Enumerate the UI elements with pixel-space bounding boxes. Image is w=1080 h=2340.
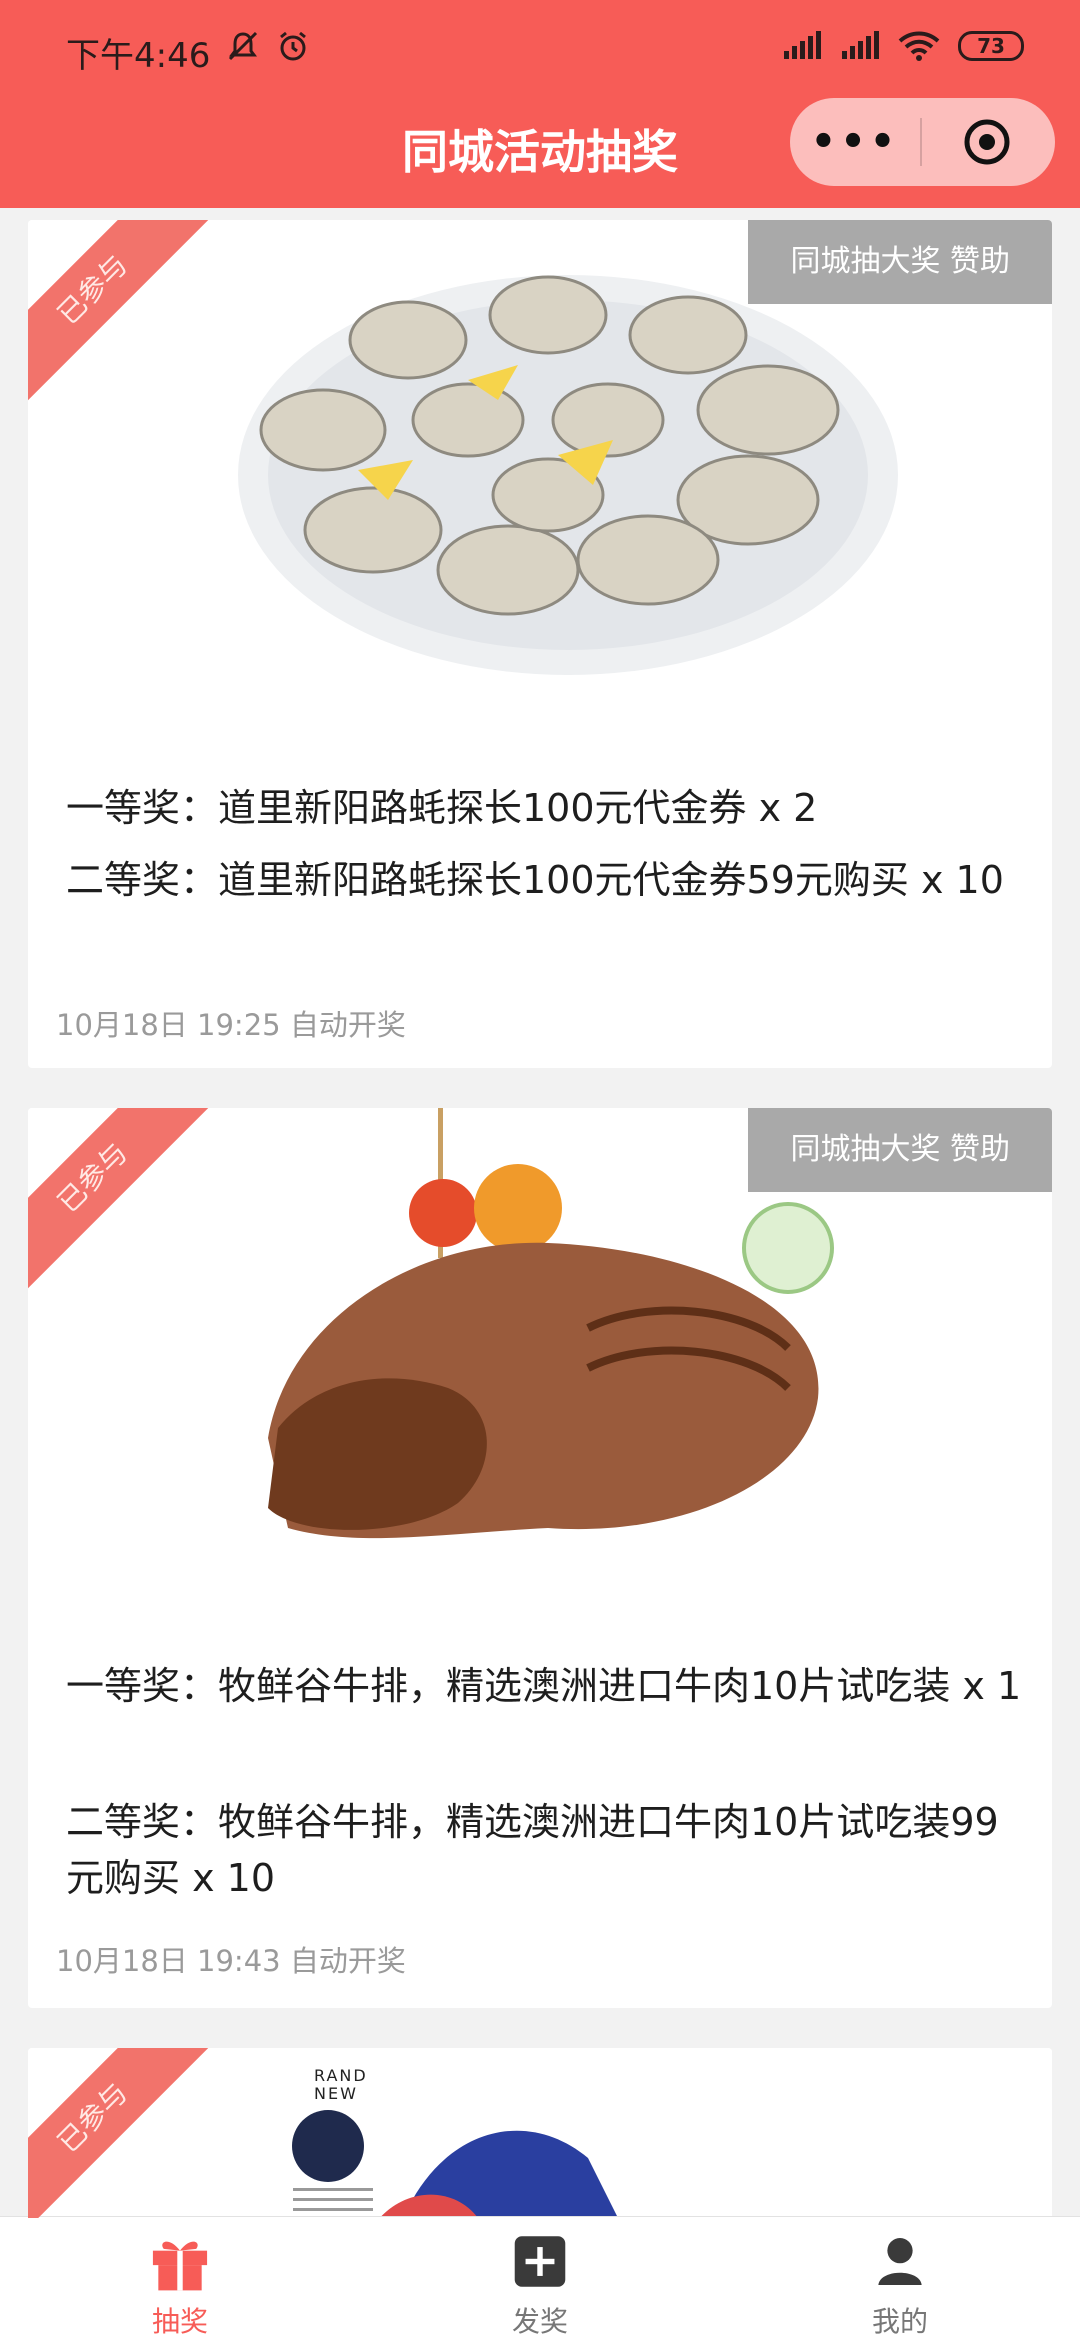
more-icon: •••: [810, 119, 900, 165]
status-time: 下午4:46: [66, 36, 211, 76]
signal-icon: [784, 31, 821, 59]
participated-badge: 已参与: [28, 1108, 212, 1297]
status-icons-left: [225, 28, 311, 64]
close-target-icon: [964, 119, 1010, 165]
brand-text-top: RAND: [314, 2066, 368, 2085]
participated-badge: 已参与: [28, 2048, 212, 2218]
user-icon: [878, 2238, 922, 2285]
tab-publish[interactable]: 发奖: [360, 2217, 720, 2340]
alarm-icon: [280, 31, 306, 61]
participated-ribbon: 已参与: [28, 2048, 218, 2218]
first-prize-text: 一等奖：道里新阳路蚝探长100元代金券 x 2: [66, 786, 818, 830]
lottery-card[interactable]: RAND NEW 已参与: [28, 2048, 1052, 2218]
tab-bar: 抽奖 发奖 我的: [0, 2216, 1080, 2340]
tab-mine[interactable]: 我的: [720, 2217, 1080, 2340]
more-button[interactable]: •••: [790, 98, 920, 186]
battery-level: 73: [977, 34, 1005, 58]
participated-ribbon: 已参与: [28, 220, 218, 410]
lottery-feed[interactable]: 已参与 同城抽大奖 赞助 一等奖：道里新阳路蚝探长100元代金券 x 2 二等奖…: [0, 208, 1080, 2218]
draw-time: 10月18日 19:25 自动开奖: [56, 1008, 406, 1042]
tab-label: 我的: [871, 2305, 928, 2338]
first-prize-text: 一等奖：牧鲜谷牛排，精选澳洲进口牛肉10片试吃装 x 1: [66, 1664, 1022, 1708]
sponsor-tag: 同城抽大奖 赞助: [748, 220, 1052, 304]
brand-text-bottom: NEW: [314, 2084, 358, 2103]
wifi-icon: [898, 31, 940, 61]
lottery-card[interactable]: 已参与 同城抽大奖 赞助 一等奖：牧鲜谷牛排，精选澳洲进口牛肉10片试吃装 x …: [28, 1108, 1052, 2008]
tab-label: 发奖: [511, 2305, 568, 2338]
status-icons-right: 73: [782, 30, 1024, 62]
lottery-card[interactable]: 已参与 同城抽大奖 赞助 一等奖：道里新阳路蚝探长100元代金券 x 2 二等奖…: [28, 220, 1052, 1068]
miniprogram-capsule: •••: [790, 98, 1055, 186]
sponsor-tag: 同城抽大奖 赞助: [748, 1108, 1052, 1192]
battery-icon: 73: [958, 31, 1024, 61]
status-bar: 下午4:46 73: [0, 0, 1080, 98]
participated-ribbon: 已参与: [28, 1108, 218, 1298]
plus-icon: [514, 2236, 566, 2287]
second-prize-text: 二等奖：道里新阳路蚝探长100元代金券59元购买 x 10: [66, 858, 1004, 902]
participated-badge: 已参与: [28, 220, 212, 409]
signal-icon: [842, 31, 879, 59]
gift-icon: [152, 2241, 208, 2291]
draw-time: 10月18日 19:43 自动开奖: [56, 1944, 406, 1978]
second-prize-text: 二等奖：牧鲜谷牛排，精选澳洲进口牛肉10片试吃装99元购买 x 10: [66, 1800, 999, 1900]
tab-label: 抽奖: [151, 2305, 208, 2338]
mute-icon: [228, 31, 258, 61]
tab-lottery[interactable]: 抽奖: [0, 2217, 360, 2340]
navbar: 同城活动抽奖 •••: [0, 98, 1080, 208]
close-button[interactable]: [922, 98, 1052, 186]
